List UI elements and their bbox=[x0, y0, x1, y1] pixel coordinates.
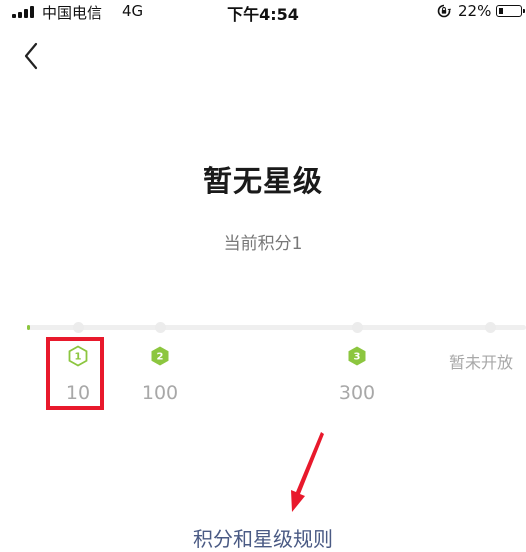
back-button[interactable] bbox=[20, 40, 50, 72]
level-3-badge-icon: 3 bbox=[348, 346, 366, 366]
progress-node-level-1 bbox=[73, 322, 84, 333]
page-title: 暂无星级 bbox=[202, 164, 323, 198]
progress-node-level-3 bbox=[352, 322, 363, 333]
level-2-badge-icon: 2 bbox=[151, 346, 169, 366]
annotation-arrow-icon bbox=[291, 432, 324, 512]
level-locked-label: 暂未开放 bbox=[449, 353, 514, 372]
progress-node-level-2 bbox=[155, 322, 166, 333]
level-2-threshold: 100 bbox=[141, 382, 179, 404]
battery-icon bbox=[496, 5, 525, 17]
status-bar: 中国电信 4G 下午4:54 22% bbox=[0, 0, 526, 24]
progress-node-locked bbox=[485, 322, 496, 333]
progress-track bbox=[27, 325, 526, 330]
level-2-badge-number: 2 bbox=[157, 352, 164, 363]
rotation-lock-icon bbox=[437, 4, 451, 18]
current-points-text: 当前积分1 bbox=[223, 234, 303, 254]
points-and-star-rules-link[interactable]: 积分和星级规则 bbox=[0, 523, 526, 552]
battery-percent: 22% bbox=[458, 2, 492, 20]
progress-fill bbox=[27, 325, 30, 330]
chevron-left-icon bbox=[24, 42, 38, 70]
level-3-threshold: 300 bbox=[338, 382, 376, 404]
level-3-badge-number: 3 bbox=[354, 352, 361, 363]
level-1-highlight-box bbox=[46, 337, 104, 410]
